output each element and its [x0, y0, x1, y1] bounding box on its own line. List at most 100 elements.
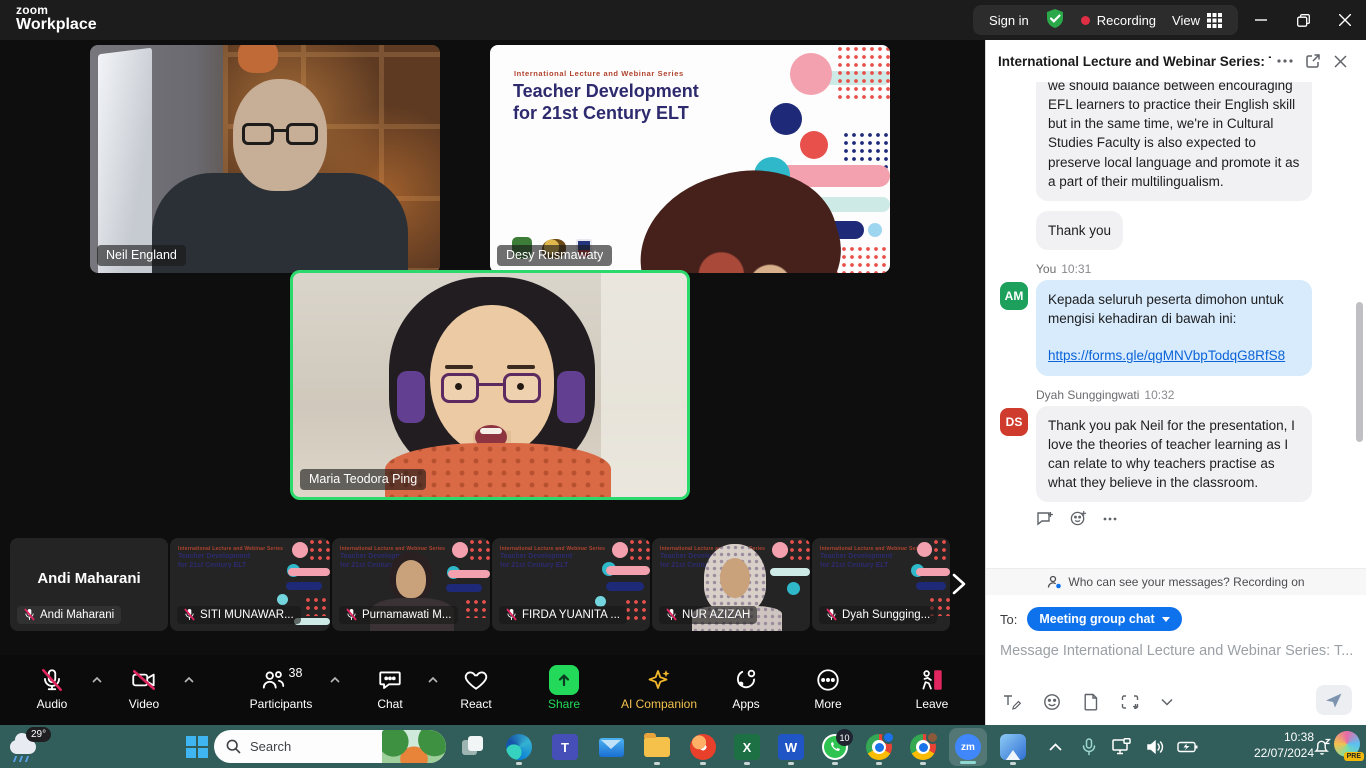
teams-button[interactable]: T	[548, 730, 582, 764]
excel-button[interactable]: X	[730, 730, 764, 764]
chat-message: Thank you pak Neil for the presentation,…	[1036, 406, 1312, 503]
whatsapp-button[interactable]: 10	[818, 730, 852, 764]
format-text-icon[interactable]	[1002, 693, 1021, 711]
restore-button[interactable]	[1282, 0, 1324, 40]
filmstrip-tile-dyah-sunggingwati[interactable]: International Lecture and Webinar Series…	[812, 538, 950, 631]
minimize-button[interactable]	[1240, 0, 1282, 40]
sign-in-button[interactable]: Sign in	[989, 13, 1029, 28]
chat-close-button[interactable]	[1326, 47, 1354, 75]
share-screen-button[interactable]: Share	[532, 664, 596, 711]
filmstrip-tile-firda-yuanita[interactable]: International Lecture and Webinar Series…	[492, 538, 650, 631]
photos-icon	[1000, 734, 1026, 760]
chat-message-list[interactable]: we should balance between encouraging EF…	[986, 82, 1366, 568]
zoom-app-button-active[interactable]: zm	[948, 730, 988, 764]
reply-icon[interactable]	[1036, 511, 1054, 527]
participants-options-chevron[interactable]	[330, 675, 340, 685]
attach-file-icon[interactable]	[1083, 693, 1099, 711]
chat-message-input[interactable]: Message International Lecture and Webina…	[1000, 643, 1352, 659]
chrome-profile-badge	[926, 731, 939, 744]
privacy-notice-bar[interactable]: Who can see your messages? Recording on	[986, 568, 1366, 595]
chrome-profile1-button[interactable]	[862, 730, 896, 764]
chevron-up-icon	[1049, 743, 1062, 751]
start-button[interactable]	[180, 730, 214, 764]
file-explorer-button[interactable]	[640, 730, 674, 764]
grid-view-icon	[1207, 13, 1222, 28]
browser-red-button[interactable]	[686, 730, 720, 764]
emoji-icon[interactable]	[1043, 693, 1061, 711]
filmstrip-next-button[interactable]	[946, 564, 972, 604]
participant-display-name: Andi Maharani	[10, 570, 168, 587]
edge-browser-button[interactable]	[502, 730, 536, 764]
recipient-selector[interactable]: Meeting group chat	[1027, 607, 1181, 631]
react-button[interactable]: React	[446, 664, 506, 711]
filmstrip-tile-andi-maharani[interactable]: Andi Maharani Andi Maharani	[10, 538, 168, 631]
filmstrip-tile-nur-azizah[interactable]: International Lecture and Webinar Series…	[652, 538, 810, 631]
view-button[interactable]: View	[1172, 13, 1222, 28]
chevron-right-icon	[952, 573, 966, 595]
leave-button[interactable]: Leave	[898, 664, 966, 711]
chat-panel: International Lecture and Webinar Series…	[985, 40, 1366, 725]
more-button[interactable]: More	[796, 664, 860, 711]
mic-muted-icon	[826, 608, 837, 621]
chat-scrollbar[interactable]	[1356, 302, 1363, 442]
tray-show-hidden-icons[interactable]	[1040, 725, 1070, 768]
message-more-icon[interactable]	[1103, 517, 1117, 521]
search-placeholder: Search	[250, 739, 291, 754]
copilot-preview-button[interactable]: PRE	[1334, 731, 1360, 757]
shield-check-icon[interactable]	[1045, 8, 1065, 33]
apps-button[interactable]: Apps	[716, 664, 776, 711]
chat-options-chevron[interactable]	[428, 675, 438, 685]
notification-bell-button[interactable]	[1310, 725, 1334, 768]
participant-nametag: NUR AZIZAH	[659, 606, 757, 624]
tray-microphone-indicator[interactable]	[1074, 725, 1104, 768]
video-tile-desy-rusmawaty[interactable]: International Lecture and Webinar Series…	[490, 45, 890, 273]
mail-button[interactable]	[594, 730, 628, 764]
participant-nametag: SITI MUNAWAR...	[177, 606, 301, 624]
chrome-profile2-button[interactable]	[906, 730, 940, 764]
ellipsis-icon	[1277, 59, 1293, 63]
message-time: 10:31	[1061, 262, 1091, 276]
audio-options-chevron[interactable]	[92, 675, 102, 685]
ai-companion-button[interactable]: AI Companion	[608, 664, 710, 711]
video-tile-maria-teodora-ping-active-speaker[interactable]: Maria Teodora Ping	[290, 270, 690, 500]
audio-button[interactable]: Audio	[16, 664, 88, 711]
add-reaction-icon[interactable]	[1070, 510, 1087, 527]
taskbar-clock[interactable]: 10:38 22/07/2024	[1254, 730, 1314, 761]
participant-nametag: Maria Teodora Ping	[300, 469, 426, 490]
chevron-down-icon	[1162, 617, 1170, 622]
participants-button[interactable]: 38 Participants	[238, 664, 324, 711]
folder-icon	[644, 737, 670, 757]
tray-cast-indicator[interactable]	[1106, 725, 1138, 768]
camera-muted-icon	[130, 667, 158, 693]
video-button[interactable]: Video	[110, 664, 178, 711]
photos-button[interactable]	[996, 730, 1030, 764]
screenshot-icon[interactable]	[1121, 693, 1139, 711]
red-browser-icon	[690, 734, 716, 760]
word-icon: W	[778, 734, 804, 760]
ai-sparkle-icon	[645, 666, 673, 694]
task-view-button[interactable]	[456, 730, 490, 764]
chat-button[interactable]: Chat	[358, 664, 422, 711]
send-message-button[interactable]	[1316, 685, 1352, 715]
temperature-badge: 29°	[26, 727, 51, 742]
tray-volume-button[interactable]	[1140, 725, 1170, 768]
chat-message: Kepada seluruh peserta dimohon untuk men…	[1036, 280, 1312, 375]
word-button[interactable]: W	[774, 730, 808, 764]
attendance-form-link[interactable]: https://forms.gle/qgMNVbpTodqG8RfS8	[1048, 346, 1300, 365]
preview-badge: PRE	[1344, 752, 1364, 761]
chat-popout-button[interactable]	[1299, 47, 1327, 75]
taskbar-search-box[interactable]: Search	[214, 730, 446, 763]
chat-compose-area: To: Meeting group chat Message Internati…	[986, 595, 1366, 725]
close-button[interactable]	[1324, 0, 1366, 40]
video-options-chevron[interactable]	[184, 675, 194, 685]
recording-indicator[interactable]: Recording	[1081, 13, 1156, 28]
video-tile-neil-england[interactable]: Neil England	[90, 45, 440, 273]
privacy-person-icon	[1047, 575, 1062, 589]
participants-count: 38	[289, 666, 303, 680]
weather-widget[interactable]: 29°	[8, 728, 52, 766]
tray-battery-indicator[interactable]	[1172, 725, 1204, 768]
filmstrip-tile-siti-munawar[interactable]: International Lecture and Webinar Series…	[170, 538, 330, 631]
compose-more-chevron[interactable]	[1161, 698, 1173, 706]
chat-more-options-button[interactable]	[1271, 47, 1299, 75]
filmstrip-tile-purnamawati[interactable]: International Lecture and Webinar Series…	[332, 538, 490, 631]
